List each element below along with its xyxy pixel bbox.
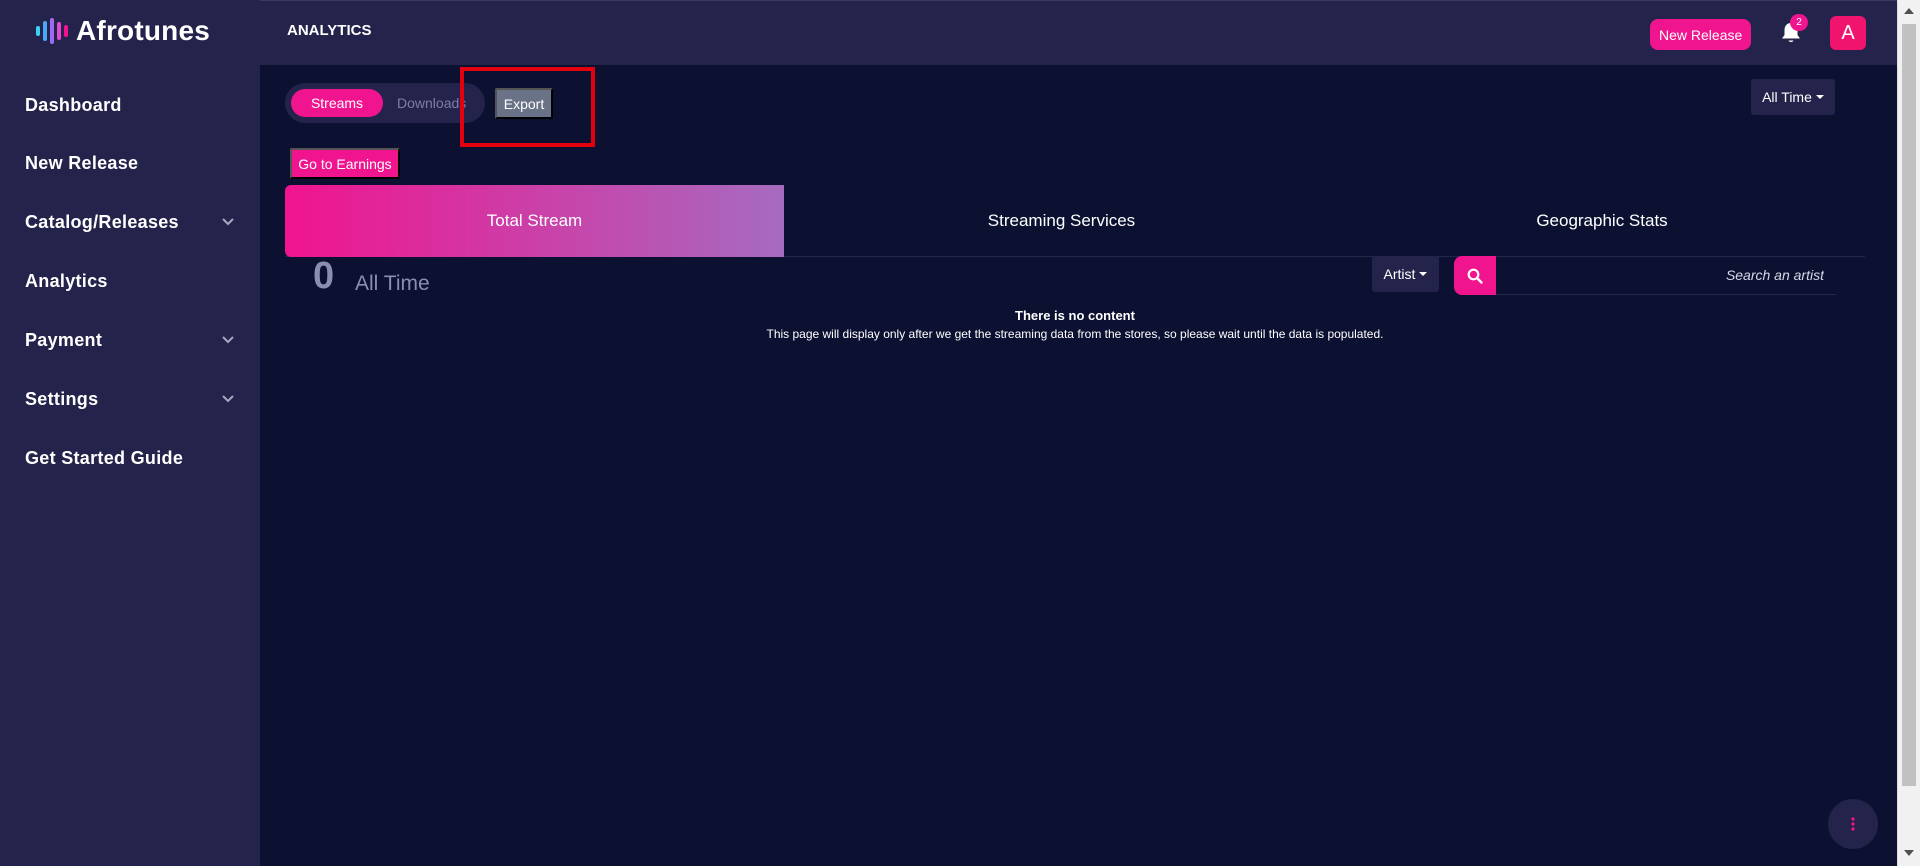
chevron-down-icon[interactable] [221, 333, 235, 347]
new-release-button[interactable]: New Release [1650, 19, 1752, 50]
top-bar: ANALYTICS New Release 2 A [260, 0, 1897, 65]
chevron-down-icon[interactable] [221, 215, 235, 229]
vertical-dots-icon [1851, 817, 1855, 831]
empty-state-title: There is no content [1015, 308, 1135, 323]
app-name: Afrotunes [76, 15, 211, 46]
stream-count-period: All Time [355, 272, 430, 295]
scrollbar-thumb[interactable] [1902, 24, 1916, 786]
scroll-up-arrow-icon[interactable] [1904, 8, 1914, 14]
scroll-down-arrow-icon[interactable] [1904, 850, 1914, 856]
sidebar-item-settings[interactable]: Settings [25, 379, 235, 419]
export-button[interactable]: Export [495, 88, 553, 119]
stream-count: 0 [313, 255, 335, 297]
caret-down-icon [1419, 272, 1428, 276]
tab-streaming-services[interactable]: Streaming Services [784, 185, 1339, 257]
empty-state-message: This page will display only after we get… [766, 327, 1384, 341]
search-icon[interactable] [1454, 256, 1496, 295]
logo-waveform-icon [36, 18, 68, 44]
notification-count-badge: 2 [1790, 14, 1808, 31]
chevron-down-icon[interactable] [221, 392, 235, 406]
sidebar-item-dashboard[interactable]: Dashboard [25, 85, 235, 125]
sidebar-item-label: Settings [25, 388, 99, 409]
more-options-button[interactable] [1828, 799, 1878, 849]
tab-geographic-stats[interactable]: Geographic Stats [1339, 185, 1865, 257]
streams-downloads-toggle: Streams Downloads [285, 83, 485, 123]
sidebar-item-payment[interactable]: Payment [25, 320, 235, 360]
sidebar-item-new-release[interactable]: New Release [25, 143, 235, 183]
sidebar-item-label: Get Started Guide [25, 447, 184, 468]
sidebar-item-label: New Release [25, 152, 139, 173]
sidebar-item-label: Dashboard [25, 94, 122, 115]
page-scrollbar[interactable] [1897, 0, 1920, 866]
toggle-downloads[interactable]: Downloads [397, 89, 466, 117]
period-dropdown-label: All Time [1762, 89, 1812, 105]
sidebar-item-label: Catalog/Releases [25, 211, 179, 232]
sidebar-item-get-started-guide[interactable]: Get Started Guide [25, 438, 235, 478]
sidebar: Afrotunes Dashboard New Release Catalog/… [0, 0, 260, 866]
analytics-tabs: Total Stream Streaming Services Geograph… [285, 185, 1865, 257]
artist-filter-label: Artist [1383, 266, 1416, 282]
tab-total-stream[interactable]: Total Stream [285, 185, 784, 257]
sidebar-item-label: Payment [25, 329, 103, 350]
avatar[interactable]: A [1830, 16, 1866, 50]
search-artist-input[interactable] [1496, 256, 1836, 295]
sidebar-item-analytics[interactable]: Analytics [25, 261, 235, 301]
page-title: ANALYTICS [287, 22, 372, 39]
artist-filter-dropdown[interactable]: Artist [1372, 256, 1439, 292]
app-logo[interactable]: Afrotunes [36, 12, 210, 50]
sidebar-item-label: Analytics [25, 270, 108, 291]
caret-down-icon [1815, 95, 1824, 99]
sidebar-item-catalog-releases[interactable]: Catalog/Releases [25, 202, 235, 242]
period-dropdown[interactable]: All Time [1751, 79, 1835, 115]
go-to-earnings-button[interactable]: Go to Earnings [290, 148, 400, 179]
toggle-streams[interactable]: Streams [291, 89, 383, 117]
